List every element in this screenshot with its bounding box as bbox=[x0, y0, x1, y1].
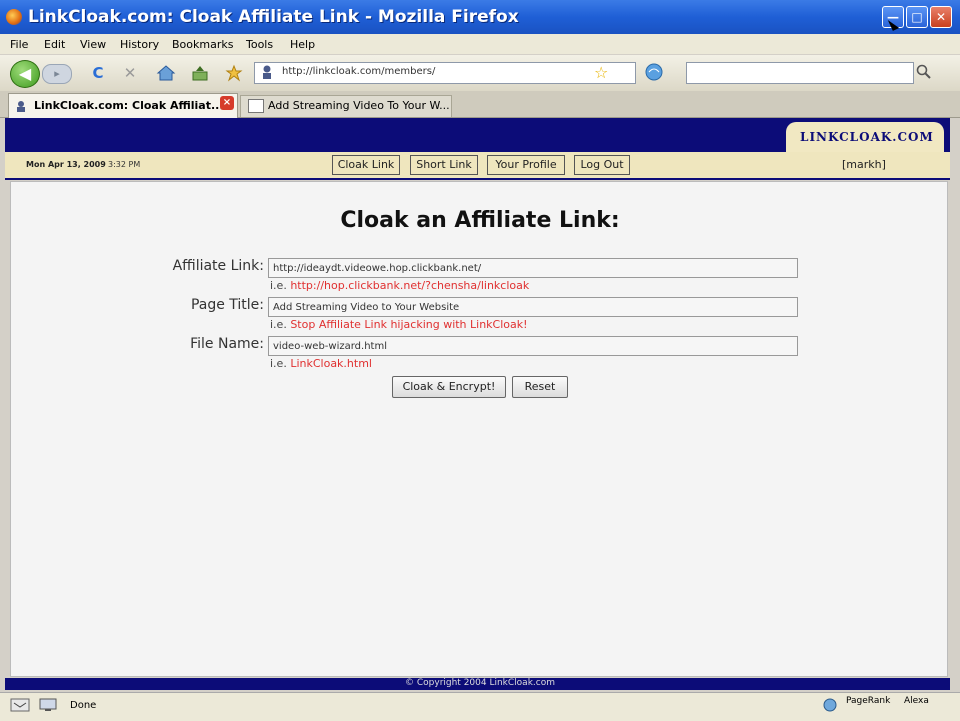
reset-button[interactable]: Reset bbox=[512, 376, 568, 398]
site-logo[interactable]: LINKCLOAK.COM bbox=[800, 130, 934, 144]
file-name-input[interactable]: video-web-wizard.html bbox=[268, 336, 798, 356]
nav-log-out[interactable]: Log Out bbox=[574, 155, 630, 175]
affiliate-link-label: Affiliate Link: bbox=[172, 258, 264, 274]
time-label: 3:32 PM bbox=[108, 160, 141, 169]
url-text[interactable]: http://linkcloak.com/members/ bbox=[282, 66, 435, 77]
menu-help[interactable]: Help bbox=[290, 38, 315, 51]
pagerank-label[interactable]: PageRank bbox=[846, 696, 890, 706]
alexa-label[interactable]: Alexa bbox=[904, 696, 929, 706]
file-name-hint: i.e. LinkCloak.html bbox=[270, 357, 372, 370]
menu-file[interactable]: File bbox=[10, 38, 28, 51]
status-tool-icon[interactable] bbox=[10, 697, 30, 713]
menu-history[interactable]: History bbox=[120, 38, 159, 51]
nav-short-link[interactable]: Short Link bbox=[410, 155, 478, 175]
file-name-label: File Name: bbox=[190, 336, 264, 352]
status-monitor-icon[interactable] bbox=[38, 697, 58, 713]
user-label: [markh] bbox=[842, 158, 886, 171]
tab-label[interactable]: Add Streaming Video To Your W... bbox=[268, 99, 450, 112]
tab-close-icon[interactable]: × bbox=[220, 96, 234, 110]
back-button[interactable]: ◀ bbox=[10, 60, 40, 88]
bookmark-icon[interactable] bbox=[224, 64, 244, 82]
search-engine-icon[interactable] bbox=[644, 62, 666, 82]
affiliate-link-input[interactable]: http://ideaydt.videowe.hop.clickbank.net… bbox=[268, 258, 798, 278]
window-title: LinkCloak.com: Cloak Affiliate Link - Mo… bbox=[28, 7, 519, 27]
affiliate-link-hint: i.e. http://hop.clickbank.net/?chensha/l… bbox=[270, 279, 530, 292]
menu-edit[interactable]: Edit bbox=[44, 38, 65, 51]
status-text: Done bbox=[70, 700, 97, 711]
bookmark-star-icon[interactable]: ☆ bbox=[594, 63, 608, 82]
cloak-encrypt-button[interactable]: Cloak & Encrypt! bbox=[392, 376, 506, 398]
page-icon bbox=[248, 99, 264, 113]
nav-your-profile[interactable]: Your Profile bbox=[487, 155, 565, 175]
site-identity-icon[interactable] bbox=[260, 64, 274, 80]
menu-bookmarks[interactable]: Bookmarks bbox=[172, 38, 233, 51]
globe-icon[interactable] bbox=[822, 697, 838, 713]
upload-icon[interactable] bbox=[190, 64, 210, 82]
close-button[interactable]: ✕ bbox=[930, 6, 952, 28]
tab-favicon-icon bbox=[14, 98, 28, 112]
content-panel bbox=[10, 181, 948, 677]
forward-button[interactable]: ▸ bbox=[42, 64, 72, 84]
page-title-input[interactable]: Add Streaming Video to Your Website bbox=[268, 297, 798, 317]
page-title-hint: i.e. Stop Affiliate Link hijacking with … bbox=[270, 318, 528, 331]
tab-label[interactable]: LinkCloak.com: Cloak Affiliat... bbox=[34, 99, 224, 112]
status-bar bbox=[0, 692, 960, 721]
page-title-label: Page Title: bbox=[190, 297, 264, 313]
nav-cloak-link[interactable]: Cloak Link bbox=[332, 155, 400, 175]
menu-tools[interactable]: Tools bbox=[246, 38, 273, 51]
date-label: Mon Apr 13, 2009 bbox=[26, 160, 106, 169]
search-go-icon[interactable] bbox=[916, 64, 932, 80]
search-input[interactable] bbox=[686, 62, 914, 84]
home-icon[interactable] bbox=[156, 64, 176, 82]
firefox-icon bbox=[6, 9, 22, 25]
copyright-text: © Copyright 2004 LinkCloak.com bbox=[405, 678, 555, 688]
page-title: Cloak an Affiliate Link: bbox=[340, 208, 620, 233]
maximize-button[interactable]: □ bbox=[906, 6, 928, 28]
reload-icon[interactable]: C bbox=[88, 64, 108, 82]
menu-view[interactable]: View bbox=[80, 38, 106, 51]
stop-icon[interactable]: ✕ bbox=[120, 64, 140, 82]
